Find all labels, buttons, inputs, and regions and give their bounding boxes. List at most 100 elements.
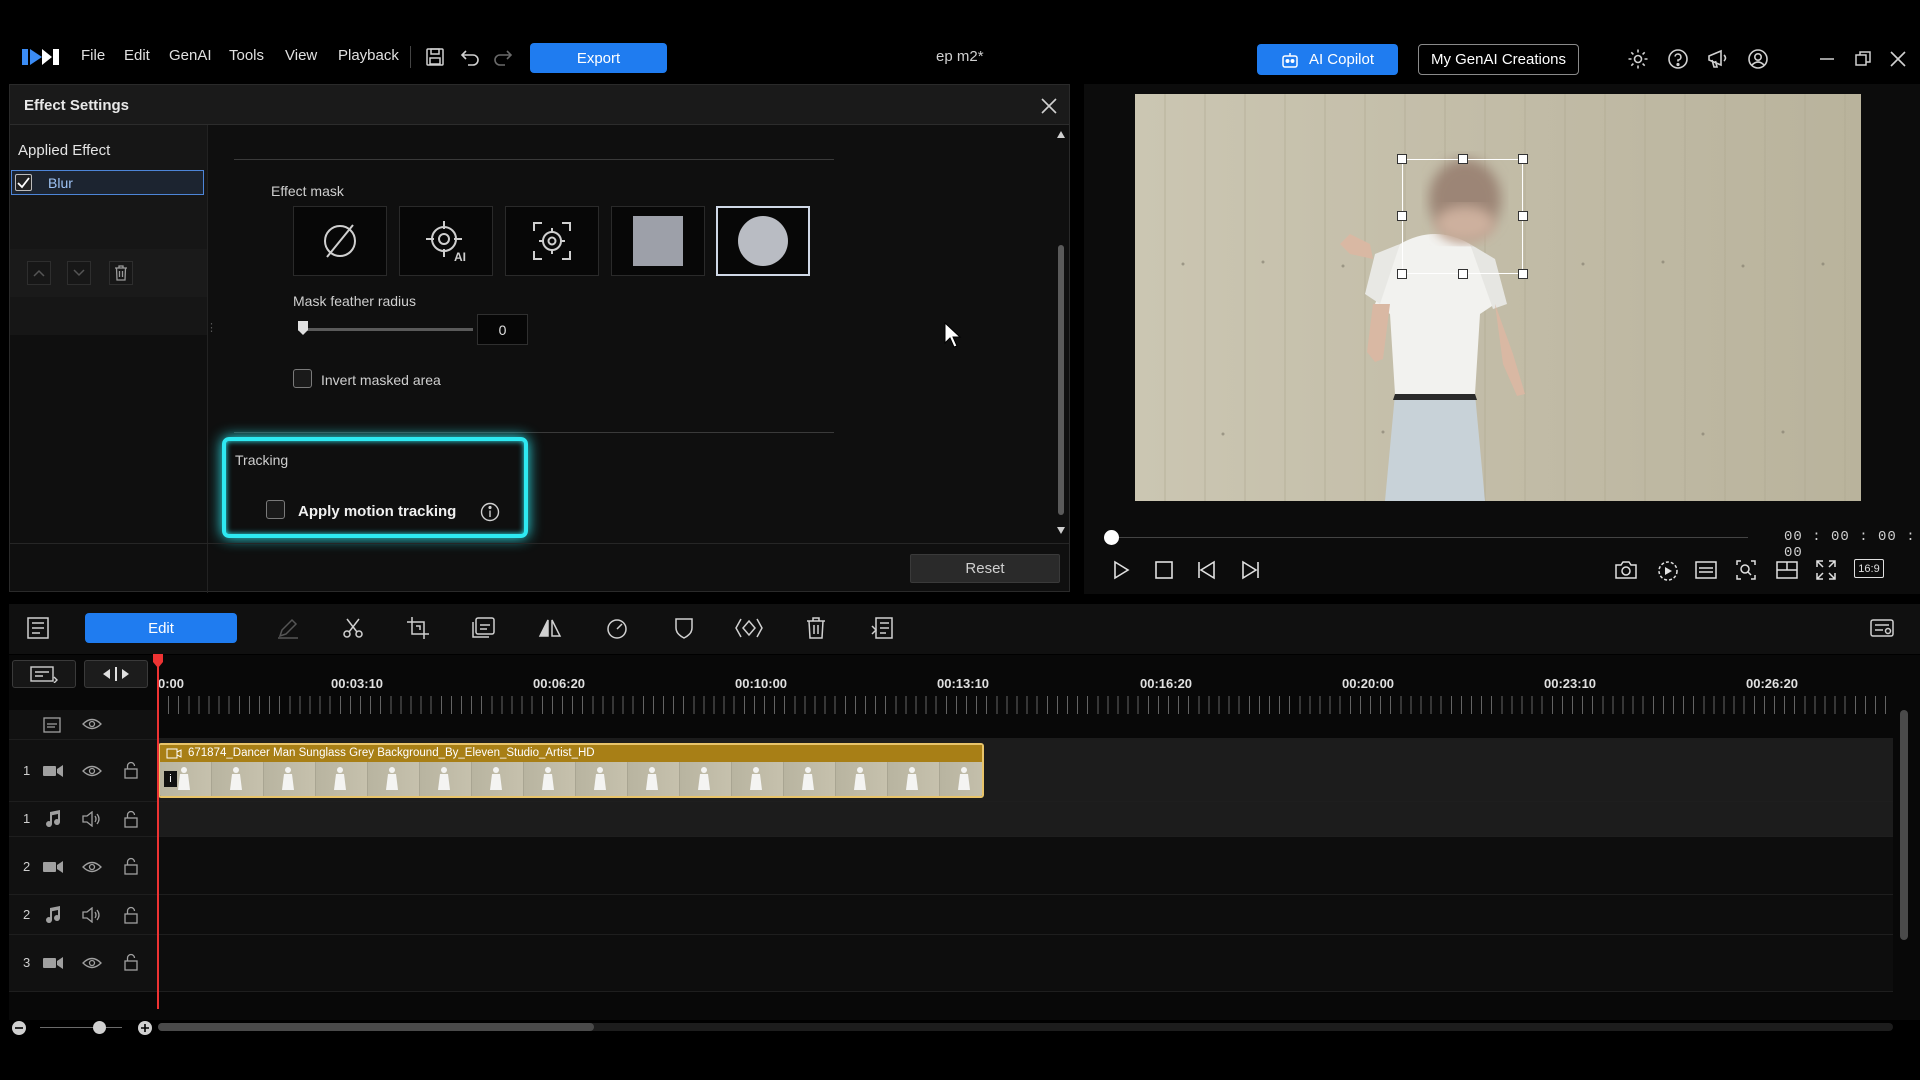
mask-none-button[interactable] [293, 206, 387, 276]
redo-icon[interactable] [493, 48, 513, 66]
mask-ai-button[interactable]: AI [399, 206, 493, 276]
lock-icon[interactable] [124, 953, 138, 971]
lock-icon[interactable] [124, 810, 138, 828]
timeline-scroll-thumb[interactable] [158, 1023, 594, 1031]
speaker-icon[interactable] [82, 907, 102, 923]
menu-tools[interactable]: Tools [229, 47, 264, 64]
track-manager-button[interactable] [12, 660, 76, 688]
mask-handle[interactable] [1397, 211, 1407, 221]
clip-info-icon[interactable]: i [164, 771, 177, 787]
feather-slider-thumb[interactable] [298, 321, 308, 335]
panel-scrollbar[interactable] [1056, 129, 1066, 537]
mask-handle[interactable] [1458, 154, 1468, 164]
mask-rectangle-button[interactable] [611, 206, 705, 276]
track-lane-audio-2[interactable] [158, 895, 1893, 935]
zoom-out-icon[interactable] [11, 1020, 27, 1036]
visibility-eye-icon[interactable] [82, 717, 102, 731]
next-frame-icon[interactable] [1237, 559, 1261, 581]
minimize-icon[interactable] [1818, 50, 1836, 68]
speaker-icon[interactable] [82, 811, 102, 827]
clip-properties-icon[interactable] [870, 616, 894, 640]
help-icon[interactable] [1667, 48, 1689, 70]
ai-copilot-button[interactable]: AI Copilot [1257, 44, 1398, 75]
video-preview[interactable] [1135, 94, 1861, 501]
pen-icon[interactable] [276, 616, 300, 640]
snap-button[interactable] [84, 660, 148, 688]
delete-effect-button[interactable] [109, 261, 133, 285]
move-down-button[interactable] [67, 261, 91, 285]
undo-icon[interactable] [460, 48, 480, 66]
menu-genai[interactable]: GenAI [169, 47, 212, 64]
reset-button[interactable]: Reset [910, 554, 1060, 583]
aspect-ratio-button[interactable]: 16:9 [1854, 559, 1884, 578]
zoom-in-icon[interactable] [137, 1020, 153, 1036]
account-icon[interactable] [1747, 48, 1769, 70]
menu-view[interactable]: View [285, 47, 317, 64]
lock-icon[interactable] [124, 906, 138, 924]
mask-handle[interactable] [1397, 269, 1407, 279]
track-lane-video-2[interactable] [158, 837, 1893, 895]
menu-file[interactable]: File [81, 47, 105, 64]
delete-clip-icon[interactable] [805, 616, 827, 640]
mask-bounding-box[interactable] [1402, 159, 1523, 274]
track-lane-audio-1[interactable] [158, 802, 1893, 837]
zoom-slider-thumb[interactable] [93, 1021, 106, 1034]
close-panel-icon[interactable] [1040, 97, 1058, 115]
mask-handle[interactable] [1518, 154, 1528, 164]
restore-icon[interactable] [1854, 50, 1872, 68]
visibility-eye-icon[interactable] [82, 956, 102, 970]
mask-handle[interactable] [1518, 211, 1528, 221]
mask-ellipse-button[interactable] [716, 206, 810, 276]
speed-icon[interactable] [605, 616, 629, 640]
crop-icon[interactable] [406, 616, 430, 640]
keyframe-icon[interactable] [734, 616, 764, 640]
applied-effect-item-blur[interactable]: Blur [11, 170, 204, 195]
lock-icon[interactable] [124, 761, 138, 779]
edit-button[interactable]: Edit [85, 613, 237, 643]
mask-handle[interactable] [1518, 269, 1528, 279]
playhead-handle[interactable] [152, 654, 164, 668]
timeline-vertical-scrollbar[interactable] [1900, 710, 1908, 940]
stop-icon[interactable] [1154, 560, 1174, 580]
playback-scrubber-thumb[interactable] [1104, 530, 1119, 545]
previous-frame-icon[interactable] [1196, 559, 1220, 581]
grid-layout-icon[interactable] [1775, 560, 1799, 580]
playback-scrubber-track[interactable] [1111, 537, 1748, 538]
invert-masked-checkbox[interactable] [293, 369, 312, 388]
save-icon[interactable] [425, 47, 445, 67]
fullscreen-icon[interactable] [1815, 559, 1837, 581]
flip-icon[interactable] [538, 616, 562, 640]
ai-tools-icon[interactable] [471, 616, 497, 640]
menu-edit[interactable]: Edit [124, 47, 150, 64]
zoom-icon[interactable] [1735, 559, 1757, 581]
effect-enabled-checkbox[interactable] [15, 174, 32, 191]
close-window-icon[interactable] [1889, 50, 1907, 68]
mask-shield-icon[interactable] [672, 616, 696, 640]
scissors-icon[interactable] [341, 616, 365, 640]
playhead[interactable] [157, 654, 159, 1009]
visibility-eye-icon[interactable] [82, 764, 102, 778]
my-genai-creations-button[interactable]: My GenAI Creations [1418, 44, 1579, 75]
preview-quality-icon[interactable] [1656, 559, 1680, 583]
mask-handle[interactable] [1458, 269, 1468, 279]
video-clip[interactable]: 671874_Dancer Man Sunglass Grey Backgrou… [158, 743, 984, 798]
track-lane-video-3[interactable] [158, 935, 1893, 992]
export-button[interactable]: Export [530, 43, 667, 73]
timeline-settings-icon[interactable] [1869, 616, 1895, 640]
motion-tracking-checkbox[interactable] [266, 500, 285, 519]
zoom-slider-track[interactable] [40, 1027, 122, 1028]
visibility-eye-icon[interactable] [82, 860, 102, 874]
feather-slider-track[interactable] [298, 328, 473, 331]
mask-handle[interactable] [1397, 154, 1407, 164]
mask-tracking-button[interactable] [505, 206, 599, 276]
info-icon[interactable] [480, 502, 500, 522]
menu-playback[interactable]: Playback [338, 47, 399, 64]
move-up-button[interactable] [27, 261, 51, 285]
lock-icon[interactable] [124, 857, 138, 875]
splitter-handle[interactable]: ⋮ [206, 323, 217, 334]
play-icon[interactable] [1110, 559, 1132, 581]
timeline-layout-icon[interactable] [26, 616, 50, 640]
feather-value-input[interactable]: 0 [477, 314, 528, 345]
gear-icon[interactable] [1627, 48, 1649, 70]
announcement-icon[interactable] [1706, 48, 1730, 70]
